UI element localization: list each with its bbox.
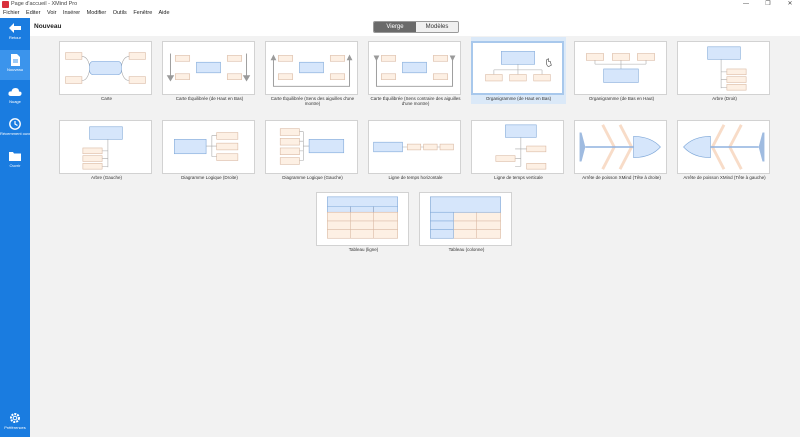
- template-thumbnail: [471, 41, 564, 95]
- template-thumbnail: [316, 192, 409, 246]
- tab-modeles[interactable]: Modèles: [416, 22, 458, 32]
- sidebar-item-open[interactable]: Ouvrir: [0, 146, 30, 176]
- clock-icon: [9, 118, 21, 130]
- template-thumbnail: [59, 41, 152, 95]
- minimize-button[interactable]: —: [736, 0, 756, 9]
- sidebar-item-label: Nuage: [9, 99, 21, 104]
- view-switch: Vierge Modèles: [373, 21, 459, 33]
- template-thumbnail: [59, 120, 152, 174]
- template-label: Tableau (ligne): [348, 247, 379, 252]
- template-label: Carte Équilibrée (Sens contraire des aig…: [370, 96, 461, 106]
- template-card-timeline-vertical[interactable]: Ligne de temps verticale: [471, 116, 566, 183]
- sidebar-item-preferences[interactable]: Préférences: [0, 408, 30, 438]
- menu-bar: Fichier Editer Voir Insérer Modifier Out…: [0, 9, 800, 18]
- sidebar-item-label: Ouvrir: [9, 163, 21, 168]
- template-thumbnail: [574, 41, 667, 95]
- template-card-logic-left[interactable]: Diagramme Logique (Gauche): [265, 116, 360, 183]
- app-icon: [2, 1, 9, 8]
- template-card-org-top-down[interactable]: Organigramme (de Haut en Bas): [471, 37, 566, 104]
- template-card-balanced-counterclockwise[interactable]: Carte Équilibrée (Sens contraire des aig…: [368, 37, 463, 106]
- menu-aide[interactable]: Aide: [159, 10, 170, 16]
- template-thumbnail: [265, 120, 358, 174]
- close-button[interactable]: ✕: [780, 0, 800, 9]
- template-card-fishbone-right[interactable]: Arrête de poisson XMind (Tête à droite): [574, 116, 669, 183]
- menu-modifier[interactable]: Modifier: [87, 10, 107, 16]
- template-card-tree-left[interactable]: Arbre (Gauche): [59, 116, 154, 183]
- template-card-org-bottom-up[interactable]: Organigramme (de Bas en Haut): [574, 37, 669, 104]
- template-thumbnail: [574, 120, 667, 174]
- template-label: Diagramme Logique (Gauche): [282, 175, 343, 180]
- sidebar: Retour Nouveau Nuage Récemment ouvert Ou…: [0, 18, 34, 438]
- template-label: Arbre (Droit): [712, 96, 737, 101]
- template-label: Organigramme (de Bas en Haut): [588, 96, 655, 101]
- title-bar: Page d'accueil - XMind Pro — ❐ ✕: [0, 0, 800, 9]
- sidebar-item-recent[interactable]: Récemment ouvert: [0, 114, 34, 144]
- template-label: Arbre (Gauche): [90, 175, 122, 180]
- folder-icon: [9, 152, 21, 161]
- template-thumbnail: [419, 192, 512, 246]
- template-thumbnail: [677, 41, 770, 95]
- template-thumbnail: [677, 120, 770, 174]
- template-label: Carte Équilibrée (Sens des aiguilles d'u…: [270, 96, 355, 106]
- template-label: Ligne de temps verticale: [494, 175, 543, 180]
- template-thumbnail: [162, 120, 255, 174]
- sidebar-item-label: Nouveau: [6, 67, 23, 72]
- menu-editer[interactable]: Editer: [26, 10, 40, 16]
- menu-voir[interactable]: Voir: [47, 10, 56, 16]
- menu-inserer[interactable]: Insérer: [63, 10, 80, 16]
- template-label: Organigramme (de Haut en Bas): [485, 96, 552, 101]
- template-label: Carte: [100, 96, 112, 101]
- tab-vierge[interactable]: Vierge: [374, 22, 416, 32]
- sidebar-item-cloud[interactable]: Nuage: [0, 82, 30, 112]
- template-thumbnail: [368, 120, 461, 174]
- menu-outils[interactable]: Outils: [113, 10, 127, 16]
- menu-fichier[interactable]: Fichier: [3, 10, 20, 16]
- back-arrow-icon: [9, 23, 21, 33]
- template-thumbnail: [162, 41, 255, 95]
- template-label: Carte Équilibrée (de Haut en Bas): [175, 96, 244, 101]
- sidebar-item-label: Retour: [8, 35, 21, 40]
- menu-fenetre[interactable]: Fenêtre: [133, 10, 152, 16]
- template-card-balanced-top-down[interactable]: Carte Équilibrée (de Haut en Bas): [162, 37, 257, 104]
- template-card-tree-right[interactable]: Arbre (Droit): [677, 37, 772, 104]
- template-gallery: Carte Carte Équilibrée (de Haut en Bas) …: [30, 36, 800, 437]
- template-card-timeline-horizontal[interactable]: Ligne de temps horizontale: [368, 116, 463, 183]
- gear-icon: [10, 413, 20, 423]
- new-document-icon: [11, 54, 20, 66]
- template-thumbnail: [471, 120, 564, 174]
- template-label: Diagramme Logique (Droite): [181, 175, 238, 180]
- template-card-table-row[interactable]: Tableau (ligne): [316, 188, 411, 255]
- sidebar-item-label: Préférences: [4, 425, 26, 430]
- sidebar-item-label: Récemment ouvert: [0, 131, 34, 136]
- sidebar-item-back[interactable]: Retour: [0, 18, 30, 48]
- template-card-logic-right[interactable]: Diagramme Logique (Droite): [162, 116, 257, 183]
- cloud-icon: [8, 88, 22, 96]
- page-title: Nouveau: [34, 23, 62, 30]
- template-card-balanced-clockwise[interactable]: Carte Équilibrée (Sens des aiguilles d'u…: [265, 37, 360, 106]
- maximize-button[interactable]: ❐: [758, 0, 778, 9]
- sidebar-item-new[interactable]: Nouveau: [0, 50, 30, 80]
- template-card-map[interactable]: Carte: [59, 37, 154, 104]
- template-card-table-column[interactable]: Tableau (colonne): [419, 188, 514, 255]
- template-card-fishbone-left[interactable]: Arrête de poisson XMind (Tête à gauche): [677, 116, 772, 183]
- template-thumbnail: [265, 41, 358, 95]
- template-thumbnail: [368, 41, 461, 95]
- template-label: Tableau (colonne): [448, 247, 485, 252]
- window-title: Page d'accueil - XMind Pro: [11, 1, 78, 7]
- template-label: Arrête de poisson XMind (Tête à gauche): [683, 175, 766, 180]
- template-label: Ligne de temps horizontale: [388, 175, 443, 180]
- template-label: Arrête de poisson XMind (Tête à droite): [582, 175, 661, 180]
